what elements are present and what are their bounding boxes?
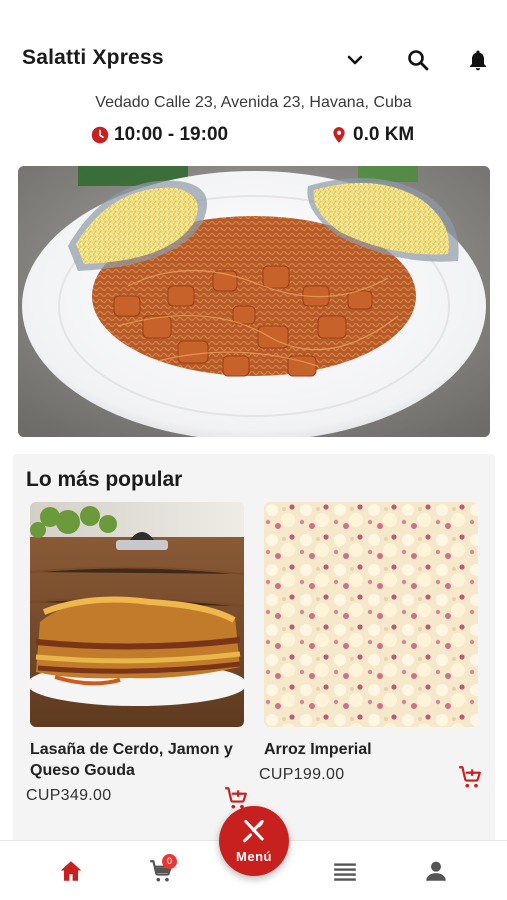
location-pin-icon <box>333 127 345 143</box>
section-title: Lo más popular <box>26 468 183 491</box>
hours-text: 10:00 - 19:00 <box>114 124 229 145</box>
app-header: Salatti Xpress <box>0 40 507 80</box>
list-icon[interactable] <box>330 857 360 885</box>
popular-section: Lo más popular Lasaña de Cerdo, Jamon y … <box>13 454 495 854</box>
cart-icon[interactable]: 0 <box>146 854 177 885</box>
product-name[interactable]: Lasaña de Cerdo, Jamon y Queso Gouda <box>30 739 245 781</box>
product-price: CUP349.00 <box>26 787 112 804</box>
home-icon[interactable] <box>56 857 86 885</box>
cart-count-badge: 0 <box>162 854 177 869</box>
store-address: Vedado Calle 23, Avenida 23, Havana, Cub… <box>95 94 412 111</box>
profile-icon[interactable] <box>421 857 451 885</box>
product-price: CUP199.00 <box>259 766 345 783</box>
clock-icon <box>91 126 109 144</box>
product-image-lasagna[interactable] <box>30 502 244 727</box>
product-card[interactable]: Arroz Imperial <box>264 502 479 760</box>
hero-banner-image[interactable] <box>18 166 490 437</box>
menu-fab-label: Menú <box>236 849 272 864</box>
distance-text: 0.0 KM <box>353 124 415 145</box>
add-to-cart-icon[interactable] <box>457 764 483 790</box>
chevron-down-icon[interactable] <box>341 46 369 74</box>
bell-icon[interactable] <box>464 46 492 74</box>
menu-fab-button[interactable]: Menú <box>219 806 289 876</box>
search-icon[interactable] <box>404 46 432 74</box>
utensils-icon <box>243 819 264 843</box>
store-name: Salatti Xpress <box>22 46 164 69</box>
store-distance: 0.0 KM <box>330 122 414 148</box>
opening-hours: 10:00 - 19:00 <box>91 122 228 148</box>
product-image-arroz-imperial[interactable] <box>264 502 478 727</box>
product-card[interactable]: Lasaña de Cerdo, Jamon y Queso Gouda <box>30 502 245 781</box>
product-name[interactable]: Arroz Imperial <box>264 739 479 760</box>
